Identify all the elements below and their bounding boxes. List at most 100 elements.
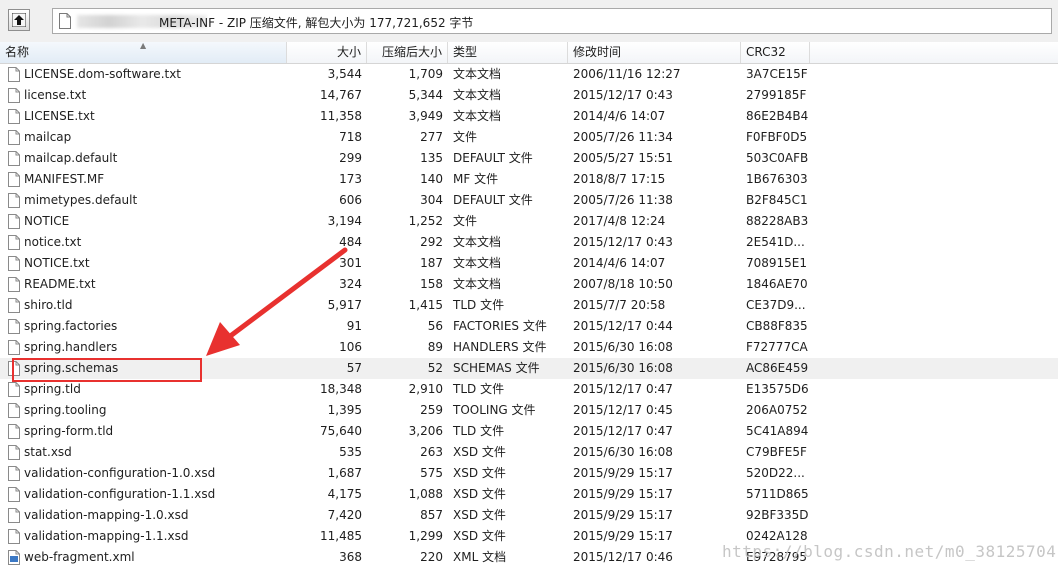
file-size: 173 <box>339 172 362 186</box>
file-type: TLD 文件 <box>453 298 505 312</box>
file-crc32: 86E2B4B4 <box>746 109 809 123</box>
file-modified: 2015/12/17 0:47 <box>573 424 673 438</box>
file-name: validation-configuration-1.1.xsd <box>24 487 216 501</box>
path-bar[interactable]: META-INF - ZIP 压缩文件, 解包大小为 177,721,652 字… <box>52 8 1052 34</box>
file-packed-size: 1,709 <box>408 67 443 81</box>
file-crc32: 1B676303 <box>746 172 808 186</box>
column-type[interactable]: 类型 <box>448 42 568 63</box>
watermark: https://blog.csdn.net/m0_38125704 <box>722 542 1057 561</box>
file-type: XSD 文件 <box>453 487 506 501</box>
file-size: 75,640 <box>320 424 362 438</box>
file-row[interactable]: LICENSE.dom-software.txt 3,544 1,709 文本文档 20… <box>0 64 1058 85</box>
file-row[interactable]: validation-configuration-1.1.xsd 4,175 1,0… <box>0 484 1058 505</box>
file-packed-size: 857 <box>420 508 443 522</box>
zip-archive-icon <box>59 13 71 29</box>
file-row[interactable]: mailcap 718 277 文件 2005/7/26 11:34 F0FBF0D5 <box>0 127 1058 148</box>
file-name: validation-mapping-1.1.xsd <box>24 529 189 543</box>
file-packed-size: 158 <box>420 277 443 291</box>
column-name[interactable]: 名称 ▲ <box>0 41 287 63</box>
file-packed-size: 89 <box>427 340 443 354</box>
file-row[interactable]: validation-configuration-1.0.xsd 1,687 575… <box>0 463 1058 484</box>
file-type: TLD 文件 <box>453 382 505 396</box>
file-crc32: 92BF335D <box>746 508 809 522</box>
file-modified: 2015/9/29 15:17 <box>573 466 673 480</box>
file-row[interactable]: stat.xsd 535 263 XSD 文件 2015/6/30 16:08 C79BF… <box>0 442 1058 463</box>
file-row[interactable]: validation-mapping-1.0.xsd 7,420 857 XSD 文件… <box>0 505 1058 526</box>
file-row[interactable]: spring.tld 18,348 2,910 TLD 文件 2015/12/17 0:… <box>0 379 1058 400</box>
file-size: 3,544 <box>327 67 362 81</box>
file-name: spring.handlers <box>24 340 118 354</box>
file-row[interactable]: NOTICE 3,194 1,252 文件 2017/4/8 12:24 88228AB3 <box>0 211 1058 232</box>
file-modified: 2018/8/7 17:15 <box>573 172 666 186</box>
file-crc32: F72777CA <box>746 340 808 354</box>
file-type: 文本文档 <box>453 67 502 81</box>
file-crc32: 5C41A894 <box>746 424 809 438</box>
file-type: 文本文档 <box>453 256 502 270</box>
file-size: 18,348 <box>320 382 362 396</box>
toolbar: META-INF - ZIP 压缩文件, 解包大小为 177,721,652 字… <box>0 0 1058 43</box>
file-crc32: B2F845C1 <box>746 193 808 207</box>
file-packed-size: 2,910 <box>408 382 443 396</box>
file-name: license.txt <box>24 88 87 102</box>
file-modified: 2015/12/17 0:46 <box>573 550 673 564</box>
file-row[interactable]: notice.txt 484 292 文本文档 2015/12/17 0:43 2E541… <box>0 232 1058 253</box>
file-size: 368 <box>339 550 362 564</box>
file-crc32: 88228AB3 <box>746 214 809 228</box>
file-size: 535 <box>339 445 362 459</box>
file-crc32: 2E541D... <box>746 235 805 249</box>
file-row[interactable]: mailcap.default 299 135 DEFAULT 文件 2005/5/27… <box>0 148 1058 169</box>
file-packed-size: 187 <box>420 256 443 270</box>
file-modified: 2015/9/29 15:17 <box>573 487 673 501</box>
file-row[interactable]: README.txt 324 158 文本文档 2007/8/18 10:50 1846A… <box>0 274 1058 295</box>
file-packed-size: 263 <box>420 445 443 459</box>
file-modified: 2015/12/17 0:43 <box>573 88 673 102</box>
file-packed-size: 277 <box>420 130 443 144</box>
file-type: TLD 文件 <box>453 424 505 438</box>
file-row[interactable]: license.txt 14,767 5,344 文本文档 2015/12/17 0:4… <box>0 85 1058 106</box>
file-row[interactable]: mimetypes.default 606 304 DEFAULT 文件 2005/7/… <box>0 190 1058 211</box>
file-crc32: 503C0AFB <box>746 151 809 165</box>
file-row[interactable]: spring.handlers 106 89 HANDLERS 文件 2015/6/30… <box>0 337 1058 358</box>
file-size: 14,767 <box>320 88 362 102</box>
file-modified: 2005/7/26 11:38 <box>573 193 673 207</box>
file-type: MF 文件 <box>453 172 499 186</box>
file-type: SCHEMAS 文件 <box>453 361 540 375</box>
file-type: HANDLERS 文件 <box>453 340 547 354</box>
file-size: 7,420 <box>327 508 362 522</box>
file-row[interactable]: spring.factories 91 56 FACTORIES 文件 2015/12/… <box>0 316 1058 337</box>
file-crc32: E13575D6 <box>746 382 809 396</box>
file-type: DEFAULT 文件 <box>453 151 533 165</box>
file-name: LICENSE.txt <box>24 109 95 123</box>
file-size: 299 <box>339 151 362 165</box>
file-size: 11,485 <box>320 529 362 543</box>
file-modified: 2006/11/16 12:27 <box>573 67 681 81</box>
file-packed-size: 1,415 <box>408 298 443 312</box>
file-type: TOOLING 文件 <box>453 403 536 417</box>
file-size: 11,358 <box>320 109 362 123</box>
file-crc32: 206A0752 <box>746 403 808 417</box>
file-packed-size: 5,344 <box>408 88 443 102</box>
file-crc32: CE37D9... <box>746 298 806 312</box>
file-size: 324 <box>339 277 362 291</box>
file-row[interactable]: spring.tooling 1,395 259 TOOLING 文件 2015/12/… <box>0 400 1058 421</box>
file-row[interactable]: spring-form.tld 75,640 3,206 TLD 文件 2015/12/… <box>0 421 1058 442</box>
column-header: 名称 ▲ 大小 压缩后大小 类型 修改时间 CRC32 <box>0 41 1058 64</box>
column-size[interactable]: 大小 <box>287 42 367 63</box>
file-packed-size: 52 <box>427 361 443 375</box>
file-row[interactable]: shiro.tld 5,917 1,415 TLD 文件 2015/7/7 20:58 C… <box>0 295 1058 316</box>
column-modified[interactable]: 修改时间 <box>568 42 741 63</box>
column-crc32[interactable]: CRC32 <box>741 42 810 63</box>
file-name: MANIFEST.MF <box>24 172 105 186</box>
file-crc32: 5711D865 <box>746 487 809 501</box>
file-row[interactable]: NOTICE.txt 301 187 文本文档 2014/4/6 14:07 708915… <box>0 253 1058 274</box>
column-packed-size[interactable]: 压缩后大小 <box>367 42 448 63</box>
file-modified: 2015/12/17 0:43 <box>573 235 673 249</box>
file-row[interactable]: MANIFEST.MF 173 140 MF 文件 2018/8/7 17:15 1B67… <box>0 169 1058 190</box>
file-crc32: 520D22... <box>746 466 805 480</box>
sort-ascending-icon: ▲ <box>140 41 147 50</box>
file-modified: 2015/12/17 0:44 <box>573 319 673 333</box>
file-crc32: AC86E459 <box>746 361 809 375</box>
file-modified: 2015/6/30 16:08 <box>573 340 673 354</box>
up-folder-button[interactable] <box>8 9 30 31</box>
file-row[interactable]: LICENSE.txt 11,358 3,949 文本文档 2014/4/6 14:07… <box>0 106 1058 127</box>
